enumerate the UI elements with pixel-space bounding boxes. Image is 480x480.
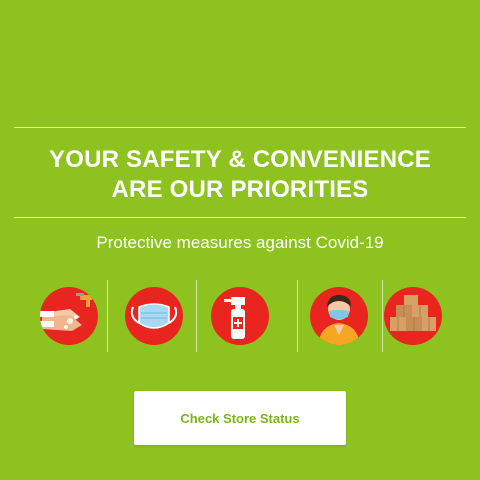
measures-icon-row	[0, 278, 480, 354]
measure-sanitizer	[197, 278, 283, 354]
packages-icon	[384, 287, 442, 345]
masked-staff-icon	[310, 287, 368, 345]
face-mask-icon	[125, 287, 183, 345]
measure-hand-washing	[26, 278, 112, 354]
measure-packages	[370, 278, 456, 354]
icon-divider	[107, 280, 108, 352]
headline: YOUR SAFETY & CONVENIENCE ARE OUR PRIORI…	[0, 145, 480, 205]
bottom-divider-line	[14, 217, 466, 218]
headline-line-2: ARE OUR PRIORITIES	[111, 176, 369, 203]
sanitizer-spray-icon	[211, 287, 269, 345]
hand-washing-icon	[40, 287, 98, 345]
subheading: Protective measures against Covid-19	[96, 233, 384, 252]
headline-line-1: YOUR SAFETY & CONVENIENCE	[49, 146, 431, 173]
top-divider-line	[14, 127, 466, 128]
measure-face-mask	[111, 278, 197, 354]
check-store-status-button[interactable]: Check Store Status	[134, 391, 346, 445]
